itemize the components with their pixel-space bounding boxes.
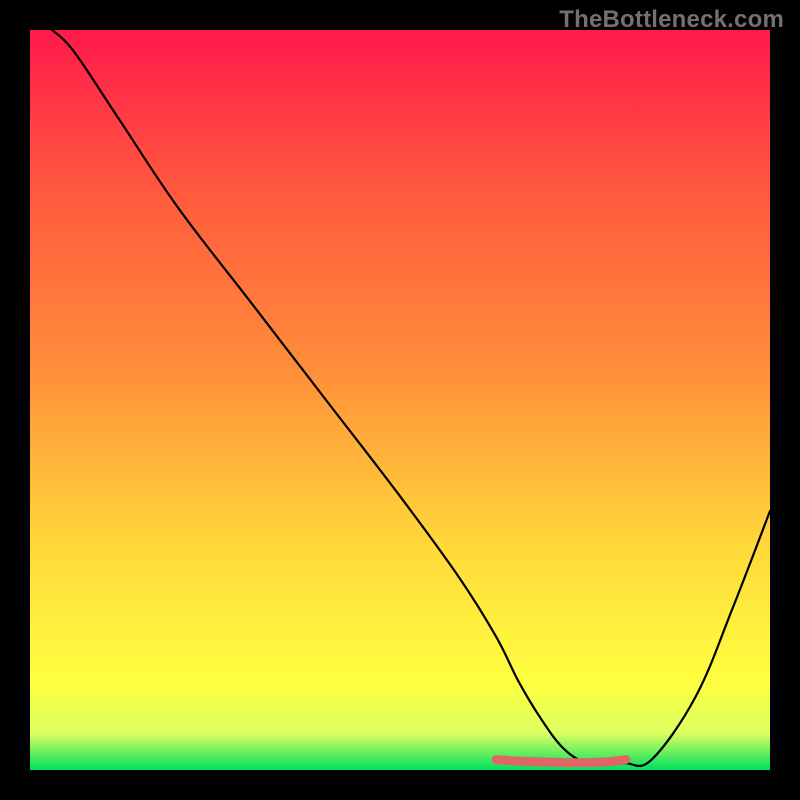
gradient-background <box>30 30 770 770</box>
chart-area <box>30 30 770 770</box>
chart-frame: TheBottleneck.com <box>0 0 800 800</box>
bottleneck-chart <box>30 30 770 770</box>
highlight-band <box>496 760 626 763</box>
